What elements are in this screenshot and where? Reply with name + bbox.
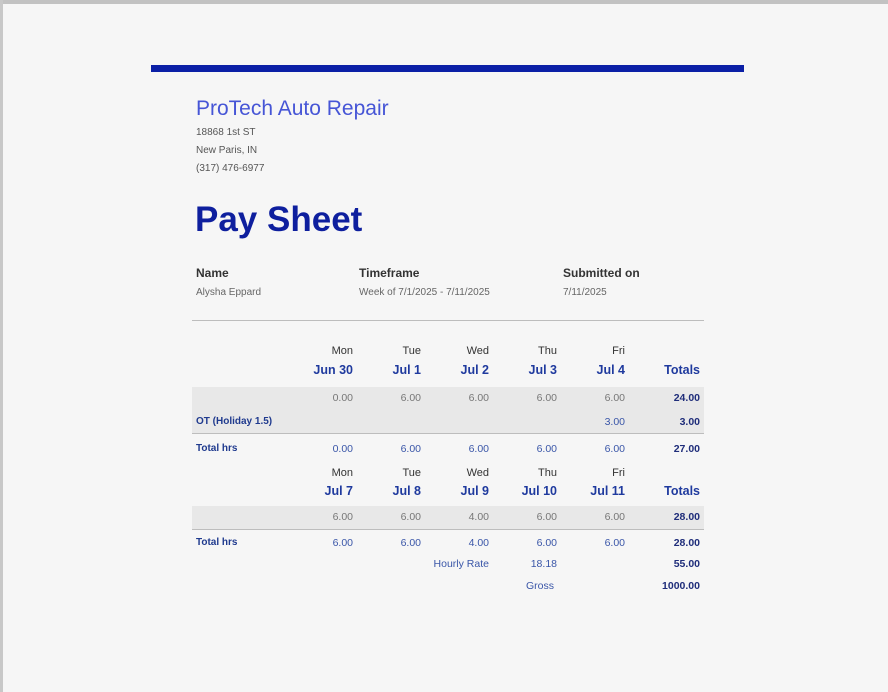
company-address-line1: 18868 1st ST [196,127,256,138]
hourly-rate-value: 18.18 [530,558,557,570]
hours-grand-total: 55.00 [673,558,700,570]
week2-date: Jul 7 [324,484,354,498]
week1-ot-cell: 3.00 [604,416,625,428]
week1-total-cell: 6.00 [468,443,489,455]
week2-regular-cell: 6.00 [332,511,353,523]
week1-day: Thu [538,345,557,357]
week1-total-sum: 27.00 [673,443,700,455]
week2-day: Fri [612,467,625,479]
week1-date: Jul 3 [528,363,558,377]
timeframe-label: Timeframe [359,266,420,280]
gross-value: 1000.00 [662,580,700,592]
week2-regular-cell: 4.00 [468,511,489,523]
timeframe-value: Week of 7/1/2025 - 7/11/2025 [359,287,490,298]
week2-day: Wed [466,467,489,479]
week2-totals-header: Totals [664,484,700,498]
week2-total-cell: 4.00 [468,537,489,549]
week1-total-cell: 0.00 [332,443,353,455]
week2-divider [192,529,704,530]
week1-regular-cell: 6.00 [604,392,625,404]
week2-date: Jul 11 [590,484,625,498]
week2-total-cell: 6.00 [400,537,421,549]
week1-regular-cell: 6.00 [400,392,421,404]
week2-day: Thu [538,467,557,479]
week2-date: Jul 8 [392,484,422,498]
name-value: Alysha Eppard [196,287,262,298]
ot-label: OT (Holiday 1.5) [196,416,273,427]
week2-day: Tue [402,467,421,479]
week1-day: Mon [331,345,353,357]
week1-total-cell: 6.00 [536,443,557,455]
submitted-value: 7/11/2025 [563,287,607,298]
week1-day: Fri [612,345,625,357]
week1-date: Jul 4 [596,363,626,377]
week2-total-label: Total hrs [196,537,238,548]
week2-date: Jul 9 [460,484,490,498]
week1-divider [192,433,704,434]
week2-day: Mon [331,467,353,479]
info-divider [192,320,704,321]
name-label: Name [196,266,229,280]
week1-total-cell: 6.00 [604,443,625,455]
week1-regular-cell: 0.00 [332,392,353,404]
week1-date: Jul 1 [392,363,422,377]
week1-regular-cell: 6.00 [468,392,489,404]
week2-regular-cell: 6.00 [604,511,625,523]
company-address-line2: New Paris, IN [196,145,258,156]
company-phone: (317) 476-6977 [196,163,265,174]
week2-regular-total: 28.00 [673,511,700,523]
week1-day: Tue [402,345,421,357]
week2-total-cell: 6.00 [536,537,557,549]
week2-regular-cell: 6.00 [536,511,557,523]
week2-regular-cell: 6.00 [400,511,421,523]
week2-total-cell: 6.00 [604,537,625,549]
page-title: Pay Sheet [195,200,363,239]
submitted-label: Submitted on [563,266,640,280]
week1-ot-total: 3.00 [679,416,700,428]
company-name: ProTech Auto Repair [196,97,389,120]
gross-label: Gross [525,580,554,592]
week1-total-label: Total hrs [196,443,238,454]
week1-regular-cell: 6.00 [536,392,557,404]
hourly-rate-label: Hourly Rate [433,558,489,570]
document-page: ProTech Auto Repair 18868 1st ST New Par… [3,4,888,692]
week1-date: Jun 30 [313,363,353,377]
week1-regular-total: 24.00 [673,392,700,404]
week2-total-cell: 6.00 [332,537,353,549]
week1-day: Wed [466,345,489,357]
week2-total-sum: 28.00 [673,537,700,549]
week1-date: Jul 2 [460,363,490,377]
week1-total-cell: 6.00 [400,443,421,455]
week2-date: Jul 10 [521,484,557,498]
header-accent-bar [151,65,744,72]
week1-totals-header: Totals [664,363,700,377]
